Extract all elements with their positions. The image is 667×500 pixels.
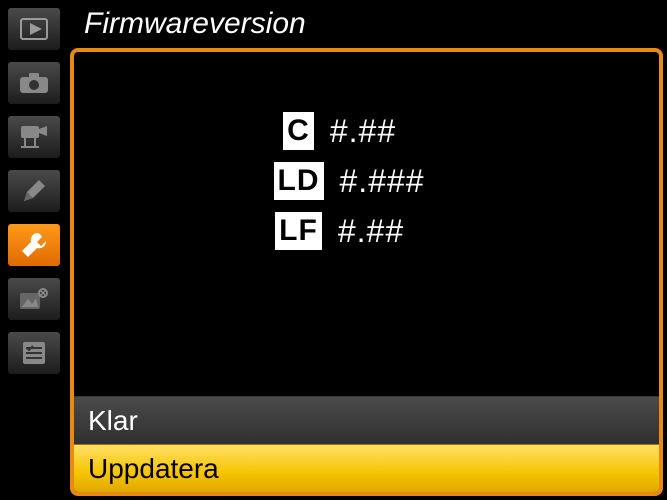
firmware-row: LF #.## — [275, 212, 458, 250]
firmware-value: #.### — [340, 163, 460, 200]
screen: Firmwareversion C #.## LD #.### LF #.## … — [0, 0, 667, 500]
firmware-badge: C — [283, 112, 314, 150]
camera-icon — [19, 72, 49, 94]
option-ready[interactable]: Klar — [74, 396, 659, 444]
content-panel: C #.## LD #.### LF #.## Klar Uppdatera — [70, 48, 663, 496]
retouch-icon — [19, 287, 49, 311]
sidebar-item-playback[interactable] — [4, 4, 64, 54]
sidebar-item-movie[interactable] — [4, 112, 64, 162]
page-title: Firmwareversion — [84, 7, 306, 41]
sidebar-item-pencil[interactable] — [4, 166, 64, 216]
mymenu-icon — [21, 340, 47, 366]
playback-icon — [20, 18, 48, 40]
wrench-icon — [20, 231, 48, 259]
firmware-badge: LF — [275, 212, 322, 250]
firmware-list: C #.## LD #.### LF #.## — [74, 112, 659, 250]
option-ready-label: Klar — [88, 405, 138, 437]
movie-icon — [19, 124, 49, 150]
firmware-value: #.## — [330, 113, 450, 150]
pencil-icon — [21, 178, 47, 204]
firmware-value: #.## — [338, 213, 458, 250]
sidebar — [0, 0, 70, 500]
firmware-badge: LD — [274, 162, 324, 200]
option-update-label: Uppdatera — [88, 453, 219, 485]
sidebar-item-setup[interactable] — [4, 220, 64, 270]
title-bar: Firmwareversion — [70, 0, 667, 48]
option-update[interactable]: Uppdatera — [74, 444, 659, 492]
sidebar-item-camera[interactable] — [4, 58, 64, 108]
firmware-row: LD #.### — [274, 162, 460, 200]
sidebar-item-mymenu[interactable] — [4, 328, 64, 378]
firmware-row: C #.## — [283, 112, 450, 150]
sidebar-item-retouch[interactable] — [4, 274, 64, 324]
